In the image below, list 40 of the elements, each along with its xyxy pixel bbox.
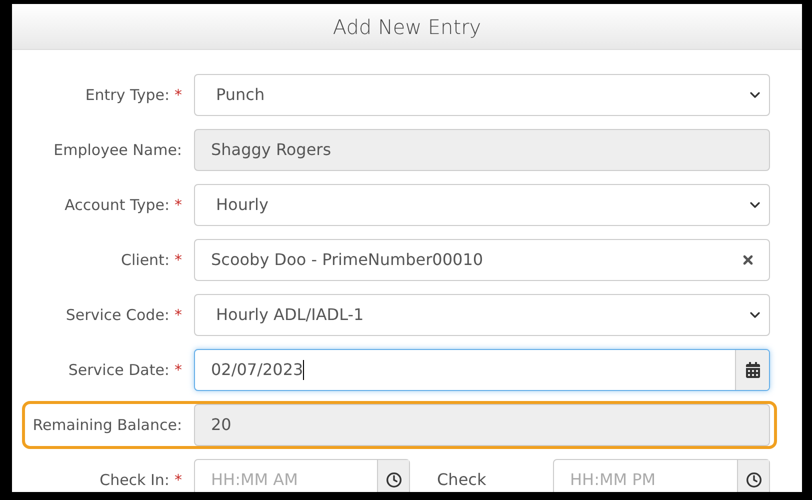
date-value: 02/07/2023 [211, 359, 304, 381]
client-field[interactable]: Scooby Doo - PrimeNumber00010 [194, 239, 770, 281]
calendar-icon [744, 362, 760, 378]
select-value: Hourly ADL/IADL-1 [216, 304, 364, 326]
required-asterisk: * [174, 250, 182, 269]
clock-icon [746, 472, 762, 488]
select-value: Hourly [216, 194, 268, 216]
field-label: Entry Type: [85, 86, 170, 104]
calendar-button[interactable] [735, 350, 769, 390]
select-field[interactable]: Hourly [194, 184, 770, 226]
field-label: Check In: [100, 470, 170, 489]
client-value: Scooby Doo - PrimeNumber00010 [211, 249, 484, 271]
required-asterisk: * [174, 196, 182, 214]
select-field[interactable]: Hourly ADL/IADL-1 [194, 294, 770, 336]
required-asterisk: * [174, 470, 182, 489]
dialog-title: Add New Entry [332, 14, 482, 40]
required-asterisk: * [174, 306, 182, 324]
select-field[interactable]: Punch [194, 74, 770, 116]
select-value: Punch [216, 84, 265, 106]
required-asterisk: * [174, 86, 182, 104]
time-input[interactable]: HH:MM AM [195, 460, 377, 492]
required-asterisk: * [174, 360, 182, 379]
clock-button[interactable] [737, 460, 769, 492]
field-label: Account Type: [64, 196, 170, 214]
field-label: Employee Name: [54, 140, 182, 159]
time-field[interactable]: HH:MM PM [553, 459, 770, 492]
field-label: Service Date: [68, 360, 170, 379]
field-label: Client: [121, 250, 170, 269]
field-label: Check [436, 469, 488, 491]
field-value: Shaggy Rogers [211, 139, 332, 161]
field-label: Service Code: [66, 306, 170, 324]
field-label: Remaining Balance: [32, 416, 182, 434]
clock-icon [386, 472, 402, 488]
clear-icon[interactable] [741, 253, 755, 267]
date-field[interactable]: 02/07/2023 [194, 349, 770, 391]
time-field[interactable]: HH:MM AM [194, 459, 410, 492]
time-input[interactable]: HH:MM PM [554, 460, 737, 492]
clock-button[interactable] [377, 460, 409, 492]
field-value: 20 [211, 414, 232, 436]
text-cursor [303, 360, 304, 380]
